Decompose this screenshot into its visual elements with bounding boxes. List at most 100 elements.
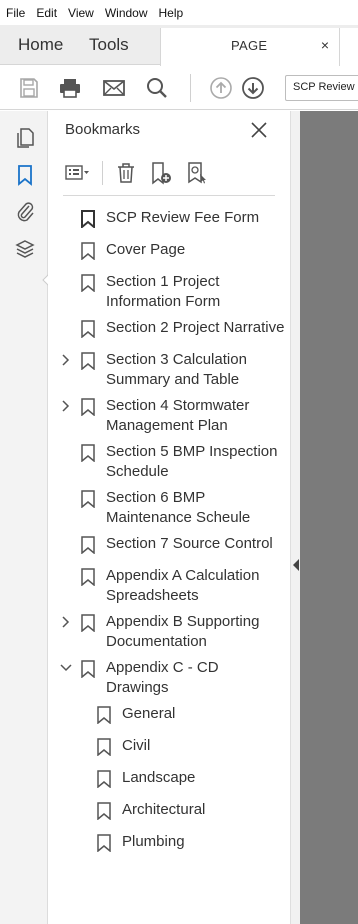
bookmark-label: Summary and Table [106, 371, 240, 388]
bookmark-icon [97, 706, 111, 724]
bookmark-label: Management Plan [106, 417, 228, 434]
bookmark-label: Section 7 Source Control [106, 535, 273, 552]
save-icon[interactable] [17, 76, 41, 100]
menu-view[interactable]: View [68, 6, 94, 20]
toolbar-separator [102, 161, 103, 185]
bookmark-icon [81, 490, 95, 508]
bookmark-icon [97, 770, 111, 788]
tab-tools[interactable]: Tools [89, 35, 129, 55]
bookmark-label: Appendix C - CD [106, 659, 219, 676]
bookmark-label: Information Form [106, 293, 221, 310]
bookmark-item[interactable]: Section 4 Stormwater Management Plan [62, 396, 286, 438]
delete-icon[interactable] [114, 161, 138, 185]
close-icon[interactable] [248, 119, 270, 141]
email-icon[interactable] [102, 76, 126, 100]
bookmark-item[interactable]: Plumbing [97, 832, 282, 854]
bookmark-label: Spreadsheets [106, 587, 199, 604]
bookmark-icon [81, 444, 95, 462]
bookmark-item[interactable]: Landscape [97, 768, 282, 790]
menu-file[interactable]: File [6, 6, 25, 20]
bookmark-label: Cover Page [106, 241, 186, 258]
tab-document[interactable]: PAGE × [160, 28, 340, 66]
menu-edit[interactable]: Edit [36, 6, 57, 20]
bookmark-item[interactable]: Section 1 Project Information Form [81, 272, 286, 314]
bookmark-item[interactable]: SCP Review Fee Form [81, 208, 286, 230]
bookmark-label: Section 3 Calculation [106, 351, 247, 368]
attachment-icon[interactable] [14, 200, 36, 222]
document-tab-title: PAGE [231, 38, 268, 53]
bookmark-label: Drawings [106, 679, 169, 696]
toolbar-separator [190, 74, 191, 102]
bookmark-icon [81, 568, 95, 586]
tab-home[interactable]: Home [18, 35, 63, 55]
bookmark-icon [81, 352, 95, 370]
panel-divider [63, 195, 275, 196]
bookmark-label: Section 4 Stormwater [106, 397, 250, 414]
chevron-right-icon[interactable] [61, 353, 71, 367]
bookmark-label: Maintenance Scheule [106, 509, 251, 526]
document-view[interactable] [300, 111, 358, 924]
navigation-rail [0, 111, 50, 924]
bookmark-toolbar [65, 161, 275, 187]
toolbar: SCP Review [0, 66, 358, 110]
collapse-arrow-icon[interactable] [292, 558, 300, 572]
menu-bar: File Edit View Window Help [0, 0, 358, 25]
next-tab-edge[interactable] [340, 28, 358, 66]
bookmark-icon [81, 614, 95, 632]
bookmark-item[interactable]: Civil [97, 736, 282, 758]
bookmark-label: Documentation [106, 633, 207, 650]
menu-help[interactable]: Help [159, 6, 184, 20]
menu-window[interactable]: Window [105, 6, 148, 20]
bookmark-label: Landscape [122, 769, 196, 786]
close-icon[interactable]: × [321, 37, 329, 53]
bookmark-icon [81, 274, 95, 292]
bookmark-search-icon[interactable] [185, 161, 209, 185]
bookmark-label: SCP Review Fee Form [106, 209, 260, 226]
bookmark-icon [81, 320, 95, 338]
panel-splitter[interactable] [290, 111, 300, 924]
bookmark-label: Plumbing [122, 833, 185, 850]
bookmark-label: Schedule [106, 463, 169, 480]
options-menu-icon[interactable] [65, 161, 89, 185]
bookmark-icon [81, 242, 95, 260]
bookmark-item[interactable]: Section 3 Calculation Summary and Table [62, 350, 286, 392]
chevron-down-icon[interactable] [59, 661, 73, 675]
new-bookmark-icon[interactable] [149, 161, 173, 185]
page-down-icon[interactable] [241, 76, 265, 100]
bookmark-item[interactable]: Appendix B Supporting Documentation [62, 612, 286, 654]
bookmark-icon [97, 834, 111, 852]
bookmark-item[interactable]: Section 7 Source Control [81, 534, 286, 556]
bookmark-label: General [122, 705, 176, 722]
bookmark-label: Section 5 BMP Inspection [106, 443, 278, 460]
bookmark-icon [81, 398, 95, 416]
page-field[interactable]: SCP Review [285, 75, 358, 101]
bookmark-item[interactable]: Section 5 BMP Inspection Schedule [81, 442, 286, 484]
tab-bar: Home Tools PAGE × [0, 25, 358, 66]
layers-icon[interactable] [14, 238, 36, 260]
bookmark-label: Section 2 Project Narrative [106, 319, 285, 336]
bookmark-icon [97, 738, 111, 756]
bookmark-item[interactable]: Section 6 BMP Maintenance Scheule [81, 488, 286, 530]
bookmark-item[interactable]: Architectural [97, 800, 282, 822]
search-icon[interactable] [145, 76, 169, 100]
bookmark-item[interactable]: General [97, 704, 282, 726]
bookmark-label: Section 1 Project [106, 273, 220, 290]
pages-icon[interactable] [14, 127, 36, 149]
chevron-right-icon[interactable] [61, 399, 71, 413]
bookmarks-panel: Bookmarks SCP Review Fee Form Cover Page… [48, 111, 290, 924]
bookmark-icon [81, 660, 95, 678]
bookmark-item[interactable]: Cover Page [81, 240, 286, 262]
bookmark-icon [97, 802, 111, 820]
bookmark-label: Civil [122, 737, 151, 754]
chevron-right-icon[interactable] [61, 615, 71, 629]
bookmark-icon[interactable] [14, 164, 36, 186]
page-up-icon[interactable] [209, 76, 233, 100]
bookmark-item[interactable]: Section 2 Project Narrative [81, 318, 286, 340]
print-icon[interactable] [58, 76, 82, 100]
bookmark-icon [81, 210, 95, 228]
bookmark-item[interactable]: Appendix A Calculation Spreadsheets [81, 566, 286, 608]
bookmark-label: Appendix A Calculation [106, 567, 260, 584]
bookmark-label: Section 6 BMP [106, 489, 206, 506]
bookmark-item[interactable]: Appendix C - CD Drawings [60, 658, 286, 700]
bookmark-label: Architectural [122, 801, 206, 818]
